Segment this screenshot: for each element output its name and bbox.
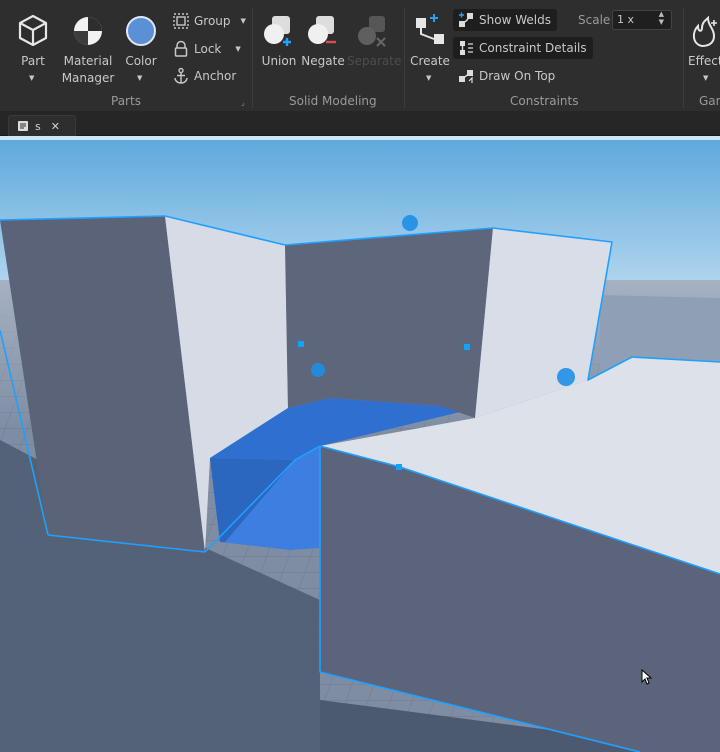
lock-button[interactable]: Lock ▼ [172, 38, 241, 60]
create-constraint-button[interactable]: Create ▼ [408, 8, 452, 88]
script-icon [18, 121, 28, 131]
chevron-down-icon: ▼ [240, 17, 246, 25]
negate-button[interactable]: Negate [300, 8, 346, 88]
close-icon[interactable]: ✕ [51, 120, 60, 133]
constraints-section-label: Constraints [510, 94, 579, 108]
weld-marker[interactable] [464, 344, 470, 350]
material-sphere-icon [74, 17, 102, 45]
group-label: Group [194, 14, 231, 28]
union-button[interactable]: Union [258, 8, 300, 88]
draw-on-top-toggle[interactable]: Draw On Top [457, 65, 555, 87]
chevron-down-icon: ▼ [703, 74, 709, 82]
effects-button[interactable]: Effect ▼ [686, 8, 720, 88]
viewport-scene[interactable] [0, 140, 720, 752]
document-tab-bar: s ✕ [0, 112, 720, 136]
effects-label: Effect [688, 54, 720, 68]
separate-button[interactable]: Separate [347, 8, 402, 88]
material-label-line2: Manager [61, 71, 115, 85]
part-button[interactable]: Part ▼ [10, 8, 56, 88]
union-label: Union [261, 54, 297, 68]
chevron-down-icon: ▼ [235, 45, 241, 53]
parts-section-label: Parts [111, 94, 141, 108]
lock-label: Lock [194, 42, 222, 56]
lock-icon [174, 40, 188, 57]
union-icon [264, 16, 291, 46]
solid-modeling-section-label: Solid Modeling [289, 94, 377, 108]
cube-icon [18, 14, 48, 46]
separate-label: Separate [347, 54, 402, 68]
material-label-line1: Material [63, 54, 113, 68]
weld-marker[interactable] [298, 341, 304, 347]
show-welds-toggle[interactable]: Show Welds [453, 9, 557, 31]
gameplay-section-label: Gar [699, 94, 720, 108]
chevron-down-icon: ▼ [426, 74, 432, 82]
chevron-down-icon: ▼ [29, 74, 35, 82]
tab-label: s [35, 119, 41, 133]
negate-label: Negate [301, 54, 345, 68]
section-divider [252, 8, 253, 108]
color-label: Color [125, 54, 157, 68]
attachment-sphere[interactable] [402, 215, 418, 231]
color-button[interactable]: Color ▼ [120, 8, 162, 88]
draw-on-top-icon [459, 70, 473, 83]
chevron-down-icon: ▼ [137, 74, 143, 82]
negate-icon [308, 16, 336, 44]
show-welds-label: Show Welds [479, 13, 551, 27]
3d-viewport[interactable] [0, 140, 720, 752]
color-swatch-icon [126, 16, 156, 46]
expand-section-icon[interactable]: ⌟ [241, 98, 245, 107]
group-icon [173, 13, 189, 29]
welds-icon [459, 12, 473, 27]
separate-icon [358, 16, 386, 47]
attachment-sphere[interactable] [557, 368, 575, 386]
anchor-label: Anchor [194, 69, 237, 83]
constraint-details-label: Constraint Details [479, 41, 587, 55]
tab-script[interactable]: s ✕ [8, 115, 76, 136]
middle-block-front[interactable] [285, 228, 493, 418]
section-divider [683, 8, 684, 108]
anchor-button[interactable]: Anchor [172, 65, 236, 87]
part-label: Part [21, 54, 45, 68]
constraint-details-icon [460, 41, 473, 55]
section-divider [404, 8, 405, 108]
stepper-arrows-icon[interactable]: ▲ ▼ [659, 10, 664, 26]
anchor-icon [174, 67, 188, 84]
weld-marker[interactable] [396, 464, 402, 470]
material-manager-button[interactable]: Material Manager [60, 8, 116, 88]
create-label: Create [410, 54, 450, 68]
attachment-sphere[interactable] [311, 363, 325, 377]
constraint-details-toggle[interactable]: Constraint Details [453, 37, 593, 59]
effects-icon [692, 16, 717, 48]
scale-value: 1 x [617, 13, 635, 26]
scale-label: Scale [578, 13, 611, 27]
draw-on-top-label: Draw On Top [479, 69, 556, 83]
scale-stepper[interactable]: 1 x ▲ ▼ [612, 10, 672, 30]
group-button[interactable]: Group ▼ [172, 10, 246, 32]
create-constraint-icon [416, 14, 444, 44]
ribbon-toolbar: Part ▼ Material Manager Color ▼ Group ▼ [0, 0, 720, 112]
